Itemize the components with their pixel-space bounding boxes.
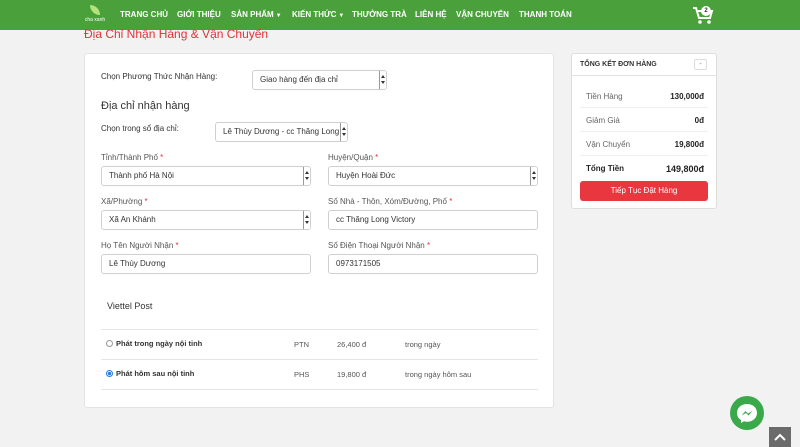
chevron-down-icon: ▼ (338, 13, 345, 19)
address-book-label: Chọn trong sổ địa chỉ: (101, 124, 179, 133)
nav-item-about[interactable]: GIỚI THIỆU (177, 0, 221, 30)
method-select[interactable]: Giao hàng đến địa chỉ (252, 70, 387, 90)
collapse-button[interactable]: - (694, 59, 707, 70)
top-nav: cha xanh TRANG CHỦ GIỚI THIỆU SẢN PHẨM ▼ … (0, 0, 800, 30)
cart-count-badge: 2 (701, 6, 711, 16)
ward-select[interactable]: Xã An Khánh (101, 210, 311, 230)
messenger-chat-button[interactable] (730, 396, 764, 430)
scroll-to-top-button[interactable] (769, 427, 791, 447)
nav-item-shipping[interactable]: VẬN CHUYỂN (456, 0, 509, 30)
leaf-icon (90, 5, 100, 15)
recipient-name-label: Họ Tên Người Nhận * (101, 241, 179, 250)
street-label: Số Nhà - Thôn, Xóm/Đường, Phố * (328, 197, 453, 206)
method-select-value: Giao hàng đến địa chỉ (260, 75, 338, 84)
summary-row-shipping: Vận Chuyển 19,800đ (580, 132, 708, 156)
province-value: Thành phố Hà Nội (109, 171, 174, 180)
district-select[interactable]: Huyện Hoài Đức (328, 166, 538, 186)
nav-item-knowledge[interactable]: KIẾN THỨC ▼ (292, 0, 344, 30)
page-title: Địa Chỉ Nhận Hàng & Vận Chuyển (84, 27, 269, 41)
divider (101, 329, 538, 330)
shipping-option-name: Phát hôm sau nội tỉnh (116, 369, 195, 378)
shipping-option-price: 26,400 đ (337, 340, 367, 349)
nav-item-contact[interactable]: LIÊN HỆ (415, 0, 447, 30)
shipping-option-code: PHS (294, 370, 310, 379)
recipient-name-input[interactable]: Lê Thùy Dương (101, 254, 311, 274)
address-book-select[interactable]: Lê Thùy Dương - cc Thăng Long Vic (215, 122, 348, 142)
nav-item-home[interactable]: TRANG CHỦ (120, 0, 168, 30)
method-label: Chọn Phương Thức Nhận Hàng: (101, 72, 218, 81)
order-summary: TỔNG KẾT ĐƠN HÀNG - Tiền Hàng 130,000đ Gi… (571, 53, 717, 209)
shipping-option-price: 19,800 đ (337, 370, 367, 379)
shipping-option-radio[interactable] (106, 370, 113, 377)
summary-row-discount: Giảm Giá 0đ (580, 108, 708, 132)
nav-item-tea[interactable]: THƯỞNG TRÀ (352, 0, 407, 30)
logo-text: cha xanh (84, 17, 106, 23)
province-select[interactable]: Thành phố Hà Nội (101, 166, 311, 186)
shipping-option-radio[interactable] (106, 340, 113, 347)
divider (101, 359, 538, 360)
ward-value: Xã An Khánh (109, 215, 156, 224)
shipping-option-time: trong ngày hôm sau (405, 370, 472, 379)
address-heading: Địa chỉ nhận hàng (101, 100, 190, 112)
shipping-option-name: Phát trong ngày nội tỉnh (116, 339, 203, 348)
messenger-icon (737, 404, 757, 423)
select-arrows-icon (530, 167, 537, 185)
shipping-option-code: PTN (294, 340, 309, 349)
summary-row-total: Tổng Tiền 149,800đ (586, 164, 704, 174)
district-label: Huyện/Quận * (328, 153, 379, 162)
shipping-option-time: trong ngày (405, 340, 441, 349)
address-book-value: Lê Thùy Dương - cc Thăng Long Vic (223, 127, 348, 136)
district-value: Huyện Hoài Đức (336, 171, 396, 180)
ward-label: Xã/Phường * (101, 197, 148, 206)
recipient-phone-label: Số Điện Thoại Người Nhận * (328, 241, 431, 250)
street-input[interactable]: cc Thăng Long Victory (328, 210, 538, 230)
select-arrows-icon (340, 123, 347, 141)
recipient-phone-input[interactable]: 0973171505 (328, 254, 538, 274)
select-arrows-icon (379, 71, 386, 89)
summary-title: TỔNG KẾT ĐƠN HÀNG (580, 61, 657, 68)
divider (101, 389, 538, 390)
nav-item-products[interactable]: SẢN PHẨM ▼ (231, 0, 282, 30)
select-arrows-icon (303, 211, 310, 229)
summary-row-subtotal: Tiền Hàng 130,000đ (580, 84, 708, 108)
province-label: Tỉnh/Thành Phố * (101, 153, 164, 162)
site-logo[interactable]: cha xanh (84, 4, 106, 26)
cart-button[interactable]: 2 (692, 5, 714, 25)
continue-order-button[interactable]: Tiếp Tục Đặt Hàng (580, 181, 708, 201)
shipping-form-card: Chọn Phương Thức Nhận Hàng: Giao hàng đế… (84, 53, 554, 408)
carrier-name: Viettel Post (107, 301, 153, 311)
arrow-up-icon (774, 433, 786, 441)
summary-header: TỔNG KẾT ĐƠN HÀNG - (572, 54, 716, 76)
select-arrows-icon (303, 167, 310, 185)
nav-item-payment[interactable]: THANH TOÁN (519, 0, 572, 30)
chevron-down-icon: ▼ (275, 13, 282, 19)
